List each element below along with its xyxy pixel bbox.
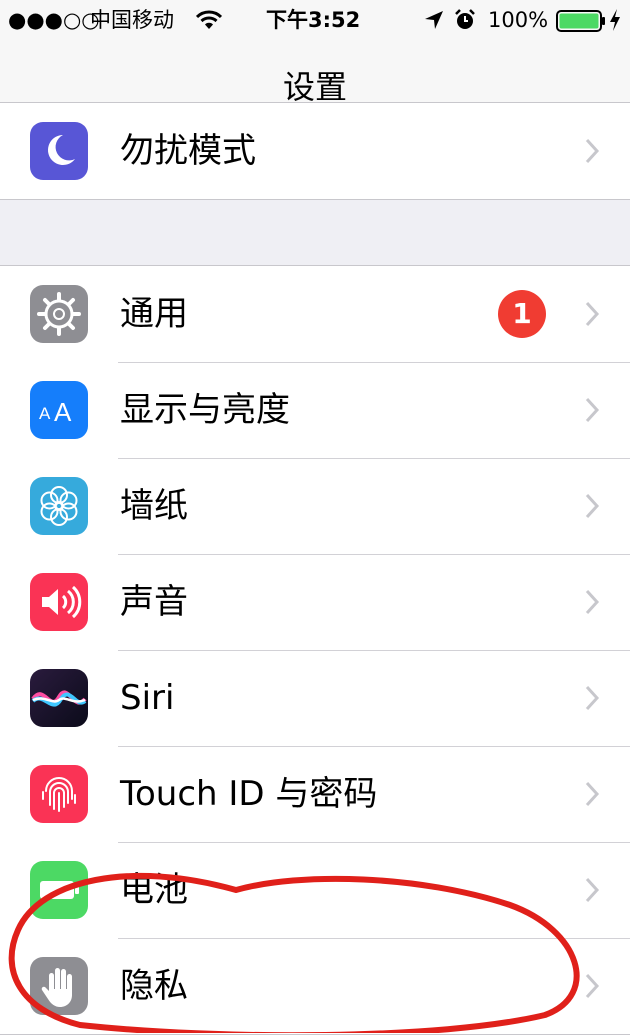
settings-row-privacy[interactable]: 隐私 (0, 938, 630, 1034)
fingerprint-icon (30, 765, 88, 823)
charging-bolt-icon (610, 9, 620, 31)
hand-icon (30, 957, 88, 1015)
chevron-right-icon (585, 301, 600, 327)
clock: 下午3:52 (266, 8, 361, 32)
alarm-clock-icon (455, 9, 475, 29)
svg-text:A: A (39, 404, 51, 423)
speaker-icon (30, 573, 88, 631)
svg-text:A: A (54, 397, 72, 427)
chevron-right-icon (585, 589, 600, 615)
settings-row-label: Siri (120, 678, 175, 718)
settings-group-dnd: 勿扰模式 (0, 102, 630, 200)
battery-percentage: 100% (488, 8, 549, 32)
gear-icon (30, 285, 88, 343)
settings-row-label: 声音 (120, 582, 188, 622)
chevron-right-icon (585, 685, 600, 711)
flower-icon (30, 477, 88, 535)
moon-icon (30, 122, 88, 180)
settings-row-siri[interactable]: Siri (0, 650, 630, 746)
settings-row-general[interactable]: 通用 1 (0, 266, 630, 362)
settings-row-do-not-disturb[interactable]: 勿扰模式 (0, 103, 630, 199)
settings-row-label: 电池 (120, 870, 188, 910)
status-bar: ●●●○○ 中国移动 下午3:52 100% (0, 0, 630, 40)
notification-badge: 1 (498, 290, 546, 338)
settings-row-label: 墙纸 (120, 486, 188, 526)
settings-row-battery[interactable]: 电池 (0, 842, 630, 938)
siri-wave-icon (30, 669, 88, 727)
settings-row-label: 显示与亮度 (120, 390, 290, 430)
signal-strength: ●●●○○ (8, 8, 100, 32)
chevron-right-icon (585, 493, 600, 519)
settings-row-wallpaper[interactable]: 墙纸 (0, 458, 630, 554)
settings-row-sounds[interactable]: 声音 (0, 554, 630, 650)
chevron-right-icon (585, 781, 600, 807)
chevron-right-icon (585, 973, 600, 999)
chevron-right-icon (585, 138, 600, 164)
settings-row-label: 隐私 (120, 966, 188, 1006)
wifi-icon (196, 10, 222, 29)
location-arrow-icon (425, 11, 443, 29)
settings-group-main: 通用 1 A A 显示与亮度 墙纸 声音 Siri Touch ID 与密码 电… (0, 265, 630, 1035)
carrier-name: 中国移动 (90, 8, 174, 32)
settings-row-label: 勿扰模式 (120, 131, 256, 171)
chevron-right-icon (585, 397, 600, 423)
settings-row-touch-id-passcode[interactable]: Touch ID 与密码 (0, 746, 630, 842)
settings-row-label: 通用 (120, 294, 188, 334)
settings-row-display-brightness[interactable]: A A 显示与亮度 (0, 362, 630, 458)
battery-icon (556, 10, 605, 32)
battery-icon (30, 861, 88, 919)
chevron-right-icon (585, 877, 600, 903)
text-size-icon: A A (30, 381, 88, 439)
settings-row-label: Touch ID 与密码 (120, 774, 378, 814)
